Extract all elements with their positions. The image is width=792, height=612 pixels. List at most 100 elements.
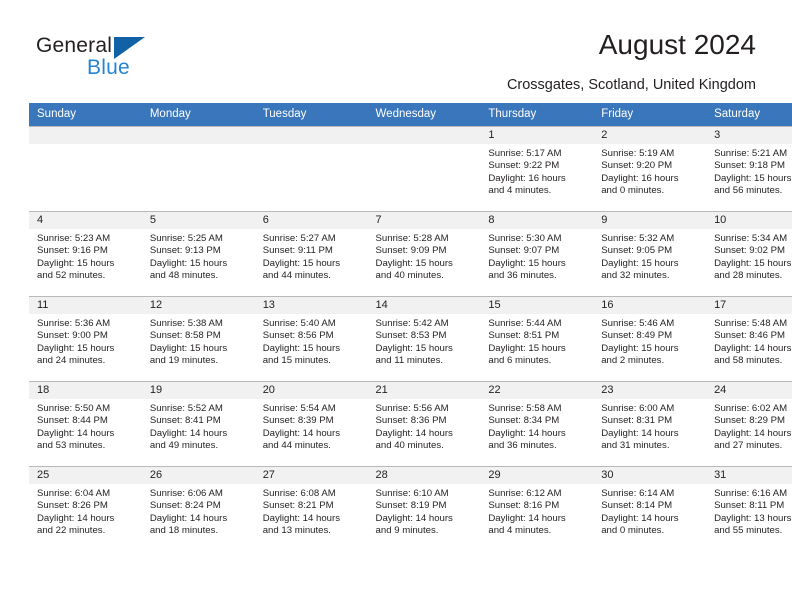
day-detail-line: Daylight: 15 hours [262,257,341,269]
day-sun-details: Sunrise: 5:44 AM Sunset: 8:51 PM Daylight:… [480,314,593,368]
day-cell[interactable]: 29 Sunrise: 6:12 AM Sunset: 8:16 PM Dayligh… [480,466,594,551]
day-cell[interactable]: 22 Sunrise: 5:58 AM Sunset: 8:34 PM Dayligh… [480,381,594,467]
day-detail-line: Sunrise: 5:30 AM [488,233,562,244]
day-number: 28 [367,467,481,484]
weekday-header-wednesday: Wednesday [367,103,481,127]
day-detail-line: Daylight: 14 hours [262,427,341,439]
day-number: 30 [593,467,707,484]
day-cell[interactable]: 17 Sunrise: 5:48 AM Sunset: 8:46 PM Dayligh… [706,296,792,382]
day-cell[interactable]: 6 Sunrise: 5:27 AM Sunset: 9:11 PM Daylight… [254,211,368,297]
day-sun-details: Sunrise: 6:02 AM Sunset: 8:29 PM Daylight:… [706,399,792,453]
day-cell[interactable]: 24 Sunrise: 6:02 AM Sunset: 8:29 PM Dayligh… [706,381,792,467]
day-cell[interactable]: 25 Sunrise: 6:04 AM Sunset: 8:26 PM Dayligh… [29,466,142,551]
day-cell[interactable]: 13 Sunrise: 5:40 AM Sunset: 8:56 PM Dayligh… [254,296,368,382]
day-detail-line: and 2 minutes. [601,355,665,367]
day-detail-line: Sunrise: 5:34 AM [714,233,788,244]
day-cell[interactable]: 11 Sunrise: 5:36 AM Sunset: 9:00 PM Dayligh… [29,296,142,382]
day-detail-line: and 27 minutes. [714,440,783,452]
day-number: 21 [367,382,481,399]
day-detail-line: and 22 minutes. [37,525,106,537]
day-cell[interactable]: 27 Sunrise: 6:08 AM Sunset: 8:21 PM Dayligh… [254,466,368,551]
day-detail-line: and 48 minutes. [149,270,219,282]
day-detail-line: and 55 minutes. [714,525,783,537]
day-detail-line: Sunset: 8:49 PM [601,330,673,342]
location-subtitle: Crossgates, Scotland, United Kingdom [506,77,756,93]
day-detail-line: Sunrise: 6:06 AM [149,488,223,499]
day-detail-line: Daylight: 16 hours [488,172,566,184]
day-detail-line: Daylight: 14 hours [601,427,679,439]
day-number [367,127,481,144]
day-sun-details: Sunrise: 5:40 AM Sunset: 8:56 PM Daylight:… [255,314,368,368]
day-cell[interactable]: 23 Sunrise: 6:00 AM Sunset: 8:31 PM Dayligh… [593,381,707,467]
day-detail-line: and 11 minutes. [375,355,444,367]
day-cell[interactable]: 20 Sunrise: 5:54 AM Sunset: 8:39 PM Dayligh… [254,381,368,467]
day-detail-line: and 18 minutes. [149,525,219,537]
day-cell[interactable]: 18 Sunrise: 5:50 AM Sunset: 8:44 PM Dayligh… [29,381,142,467]
day-cell[interactable]: 4 Sunrise: 5:23 AM Sunset: 9:16 PM Daylight… [29,211,142,297]
calendar-week-row: 1 Sunrise: 5:17 AM Sunset: 9:22 PM Daylight… [29,126,792,212]
day-detail-line: Daylight: 15 hours [601,257,679,269]
day-cell[interactable]: 31 Sunrise: 6:16 AM Sunset: 8:11 PM Dayligh… [706,466,792,551]
day-detail-line: Sunrise: 5:38 AM [149,318,223,329]
day-number: 10 [706,212,792,229]
day-detail-line: Daylight: 15 hours [37,257,115,269]
day-cell[interactable]: 19 Sunrise: 5:52 AM Sunset: 8:41 PM Dayligh… [141,381,255,467]
day-detail-line: and 32 minutes. [601,270,670,282]
day-number: 5 [141,212,255,229]
day-cell[interactable]: 7 Sunrise: 5:28 AM Sunset: 9:09 PM Daylight… [367,211,481,297]
day-detail-line: and 40 minutes. [375,270,444,282]
day-detail-line: Daylight: 15 hours [375,257,453,269]
day-detail-line: Sunset: 8:51 PM [488,330,560,342]
day-detail-line: Sunset: 8:58 PM [149,330,221,342]
day-sun-details: Sunrise: 6:08 AM Sunset: 8:21 PM Daylight:… [255,484,368,538]
day-cell[interactable]: 8 Sunrise: 5:30 AM Sunset: 9:07 PM Daylight… [480,211,594,297]
day-detail-line: Daylight: 14 hours [488,512,566,524]
day-detail-line: and 4 minutes. [488,185,552,197]
day-cell[interactable]: 28 Sunrise: 6:10 AM Sunset: 8:19 PM Dayligh… [367,466,481,551]
calendar-body: 1 Sunrise: 5:17 AM Sunset: 9:22 PM Daylight… [29,126,792,551]
day-cell[interactable]: 12 Sunrise: 5:38 AM Sunset: 8:58 PM Dayligh… [141,296,255,382]
day-detail-line: Sunset: 8:41 PM [149,415,221,427]
day-cell[interactable]: 26 Sunrise: 6:06 AM Sunset: 8:24 PM Dayligh… [141,466,255,551]
day-cell[interactable]: 21 Sunrise: 5:56 AM Sunset: 8:36 PM Dayligh… [367,381,481,467]
day-cell[interactable]: 15 Sunrise: 5:44 AM Sunset: 8:51 PM Dayligh… [480,296,594,382]
day-sun-details: Sunrise: 5:32 AM Sunset: 9:05 PM Daylight:… [593,229,706,283]
day-detail-line: Sunset: 8:26 PM [37,500,108,512]
general-blue-logo[interactable]: General Blue [36,34,176,82]
day-number: 27 [254,467,368,484]
day-cell[interactable]: 3 Sunrise: 5:21 AM Sunset: 9:18 PM Daylight… [706,126,792,212]
day-detail-line: Daylight: 14 hours [149,512,228,524]
day-detail-line: and 15 minutes. [262,355,331,367]
day-detail-line: Sunrise: 6:02 AM [714,403,788,414]
day-detail-line: Daylight: 15 hours [714,172,792,184]
day-detail-line: Sunset: 8:11 PM [714,500,785,512]
day-detail-line: Sunset: 8:16 PM [488,500,560,512]
day-sun-details: Sunrise: 5:30 AM Sunset: 9:07 PM Daylight:… [480,229,593,283]
day-detail-line: Daylight: 15 hours [149,342,228,354]
day-cell[interactable]: 30 Sunrise: 6:14 AM Sunset: 8:14 PM Dayligh… [593,466,707,551]
day-detail-line: Sunrise: 5:17 AM [488,148,562,159]
day-number: 3 [706,127,792,144]
day-number: 31 [706,467,792,484]
day-number: 15 [480,297,594,314]
day-detail-line: Daylight: 14 hours [714,342,792,354]
day-cell[interactable]: 14 Sunrise: 5:42 AM Sunset: 8:53 PM Dayligh… [367,296,481,382]
day-sun-details: Sunrise: 5:54 AM Sunset: 8:39 PM Daylight:… [255,399,368,453]
day-cell[interactable]: 2 Sunrise: 5:19 AM Sunset: 9:20 PM Daylight… [593,126,707,212]
day-detail-line: Sunset: 9:05 PM [601,245,673,257]
day-detail-line: Sunset: 9:02 PM [714,245,785,257]
day-sun-details: Sunrise: 5:56 AM Sunset: 8:36 PM Daylight:… [368,399,481,453]
day-detail-line: Sunrise: 5:28 AM [375,233,449,244]
day-detail-line: and 53 minutes. [37,440,106,452]
day-detail-line: Sunset: 8:14 PM [601,500,673,512]
day-detail-line: Daylight: 14 hours [37,512,115,524]
day-cell[interactable]: 1 Sunrise: 5:17 AM Sunset: 9:22 PM Daylight… [480,126,594,212]
day-detail-line: Sunrise: 6:08 AM [262,488,336,499]
day-detail-line: Daylight: 14 hours [37,427,115,439]
calendar-week-row: 25 Sunrise: 6:04 AM Sunset: 8:26 PM Dayligh… [29,466,792,551]
day-cell[interactable]: 16 Sunrise: 5:46 AM Sunset: 8:49 PM Dayligh… [593,296,707,382]
day-detail-line: Sunrise: 5:52 AM [149,403,223,414]
day-cell[interactable]: 5 Sunrise: 5:25 AM Sunset: 9:13 PM Daylight… [141,211,255,297]
day-cell[interactable]: 9 Sunrise: 5:32 AM Sunset: 9:05 PM Daylight… [593,211,707,297]
day-cell[interactable]: 10 Sunrise: 5:34 AM Sunset: 9:02 PM Dayligh… [706,211,792,297]
